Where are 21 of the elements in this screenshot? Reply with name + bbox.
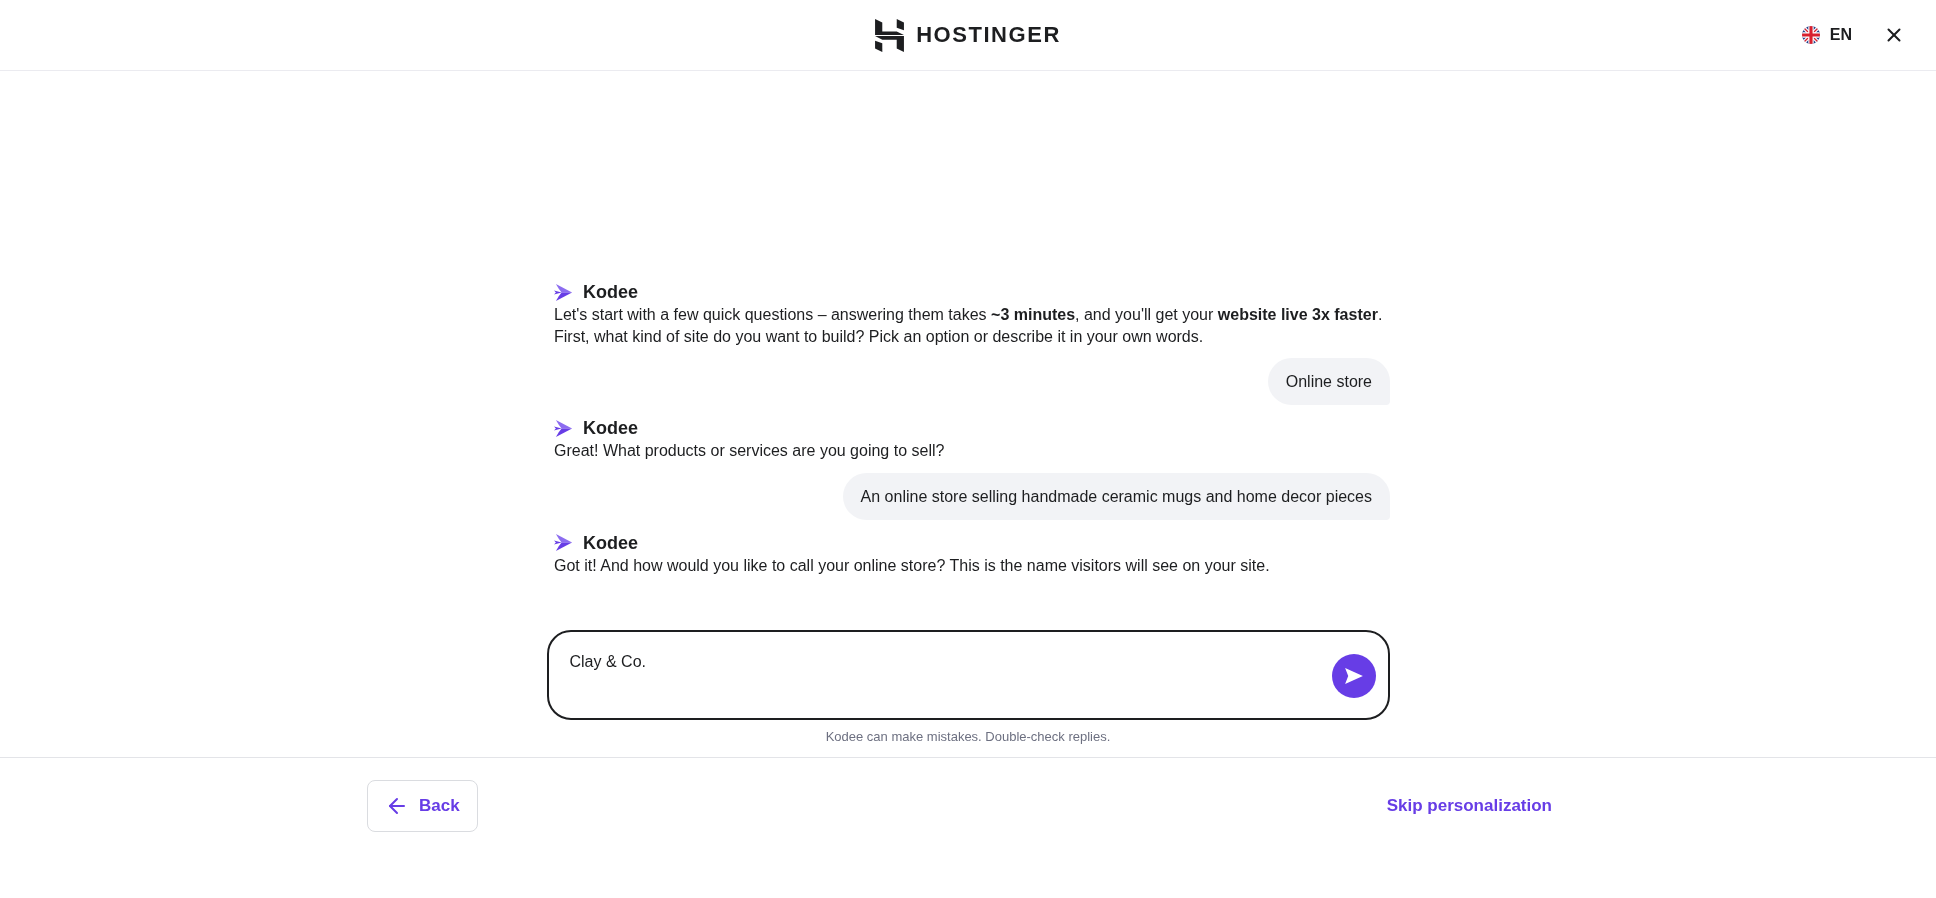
skip-personalization-link[interactable]: Skip personalization (1386, 780, 1552, 832)
sender-name: Kodee (583, 281, 638, 304)
disclaimer-text: Kodee can make mistakes. Double-check replies. (825, 728, 1111, 746)
back-button[interactable]: Back (367, 780, 478, 832)
logo-mark-icon (875, 18, 905, 52)
message-input[interactable]: Clay & Co. (546, 630, 1390, 720)
send-icon (1344, 668, 1363, 684)
language-button[interactable]: EN (1801, 23, 1852, 47)
sender-name: Kodee (583, 417, 638, 440)
logo-text: HOSTINGER (916, 22, 1061, 48)
arrowhead-icon (554, 533, 573, 552)
arrowhead-icon (554, 418, 573, 438)
assistant-message-text: Let's start with a few quick questions – answering them takes ~3 minutes, and you'll get your website live 3x faster. (554, 305, 1384, 325)
sender-name: Kodee (583, 531, 638, 555)
assistant-message-text: First, what kind of site do you want to build? Pick an option or describe it in your own words. (554, 326, 1205, 347)
user-message-bubble: Online store (1267, 358, 1390, 405)
arrowhead-icon (554, 282, 573, 302)
user-message-bubble: An online store selling handmade ceramic mugs and home decor pieces (842, 472, 1390, 520)
assistant-message-text: Got it! And how would you like to call your online store? This is the name visitors will see on your site. (554, 555, 1271, 576)
flag-icon (1801, 26, 1820, 44)
assistant-message-text: Great! What products or services are you going to sell? (554, 441, 946, 461)
